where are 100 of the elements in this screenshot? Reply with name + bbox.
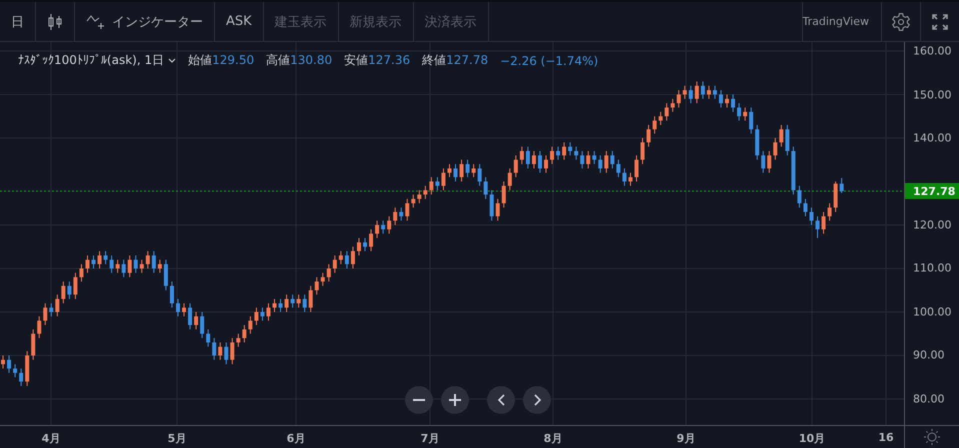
candlestick (290, 294, 295, 308)
candlestick (496, 198, 500, 222)
candlestick (447, 164, 452, 178)
candlestick (797, 185, 802, 208)
candlestick (466, 159, 470, 178)
price-label: 150.00 (913, 88, 952, 101)
candlestick (218, 342, 222, 360)
candlestick (140, 259, 144, 274)
candlestick (664, 102, 669, 122)
candlestick (658, 111, 663, 126)
candlestick (472, 164, 476, 178)
last-price-tag: 127.78 (905, 183, 959, 200)
candlestick (248, 316, 252, 334)
candlestick (598, 154, 602, 174)
candlestick (478, 164, 482, 186)
candlestick (670, 98, 675, 112)
zoom-in-button[interactable] (441, 386, 469, 414)
scroll-left-button[interactable] (487, 386, 515, 414)
candlestick (338, 250, 343, 265)
candlestick (454, 164, 458, 182)
price-label: 160.00 (913, 44, 952, 58)
candlestick (7, 354, 12, 374)
candlestick (694, 80, 699, 104)
candlestick (314, 276, 319, 296)
candlestick (320, 272, 325, 286)
settings-icon (891, 12, 911, 32)
candlestick (122, 259, 126, 278)
candlestick (634, 154, 639, 182)
candlestick (550, 146, 554, 165)
candlestick (19, 368, 24, 386)
candlestick (779, 124, 784, 148)
time-label: 6月 (286, 431, 306, 446)
candlestick (441, 168, 446, 191)
candlestick (326, 264, 331, 282)
candlestick (816, 216, 820, 239)
candlestick (688, 85, 693, 104)
candlestick (502, 181, 506, 208)
candlestick (79, 264, 84, 282)
candlestick (242, 324, 246, 343)
time-label: 7月 (420, 431, 440, 446)
interval-button[interactable]: 日 (0, 2, 36, 41)
candlestick (520, 146, 524, 165)
candlestick (435, 176, 440, 191)
candlestick (743, 107, 748, 122)
candlestick (460, 159, 464, 182)
indicators-button[interactable]: インジケーター (75, 2, 215, 41)
time-label: 9月 (676, 431, 696, 446)
candlestick (206, 328, 210, 348)
candlestick (399, 207, 404, 222)
candlestick (700, 80, 705, 100)
fullscreen-icon (932, 14, 948, 30)
candlestick (55, 294, 60, 317)
candlestick (278, 298, 283, 312)
candlestick (37, 316, 42, 339)
scroll-right-button[interactable] (523, 386, 551, 414)
candlestick (212, 338, 216, 360)
candlestick (356, 238, 361, 256)
candlestick (429, 176, 434, 196)
candlestick (128, 254, 132, 278)
candlestick (134, 254, 138, 274)
time-label: 4月 (42, 431, 60, 446)
candlestick (514, 154, 518, 178)
toolbar-button[interactable]: ASK (215, 2, 264, 41)
ohlc-value: 130.80 (290, 53, 332, 67)
ohlc-label: 安値 (344, 53, 368, 67)
candlestick (604, 150, 608, 174)
brand-label: TradingView (802, 15, 870, 28)
price-change: −2.26 (−1.74%) (500, 54, 598, 68)
candlestick (363, 238, 368, 252)
candlestick (92, 254, 96, 269)
time-label: 5月 (168, 431, 186, 446)
candlestick (767, 150, 772, 174)
candlestick (785, 124, 790, 156)
minus-icon (413, 399, 425, 401)
candlestick (508, 168, 512, 191)
candlestick (1, 354, 6, 370)
candlestick (423, 185, 428, 200)
price-label: 80.00 (913, 392, 944, 406)
candlestick (387, 216, 392, 234)
candlestick (610, 150, 614, 169)
candlestick (31, 328, 36, 360)
candlestick (640, 138, 645, 165)
candlestick (158, 259, 162, 274)
candlestick (484, 176, 488, 200)
price-label: 120.00 (913, 218, 952, 232)
candlestick (526, 146, 530, 169)
zoom-out-button[interactable] (405, 386, 433, 414)
candlestick (284, 294, 289, 312)
candlestick (809, 207, 814, 226)
candlestick-icon (47, 12, 63, 30)
candlestick (822, 211, 826, 234)
candlestick (628, 172, 632, 186)
candlestick (834, 181, 838, 212)
price-label: 90.00 (913, 348, 944, 362)
candlestick (622, 168, 626, 186)
candlestick (586, 150, 590, 169)
ohlc-value: 127.78 (446, 53, 488, 67)
symbol-title[interactable]: ﾅｽﾀﾞｯｸ100ﾄﾘﾌﾟﾙ(ask), 1日 (18, 52, 164, 69)
candlestick (652, 116, 657, 134)
candlestick (104, 250, 108, 265)
